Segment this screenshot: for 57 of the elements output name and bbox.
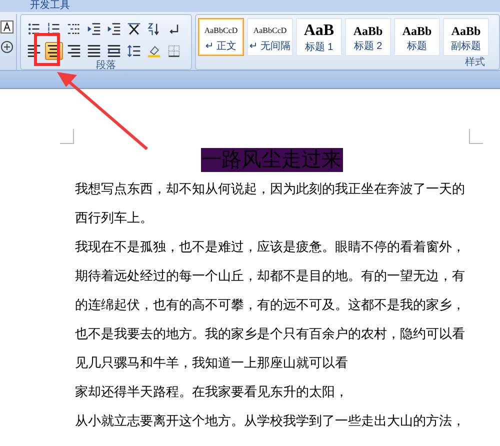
right-icon <box>67 44 81 58</box>
style-preview: AaBbCcD <box>253 26 287 35</box>
style-preview: AaBb <box>402 24 432 39</box>
margin-mark <box>469 129 483 144</box>
distributed-icon <box>107 44 121 58</box>
text-line: 的连绵起伏，也有的高不可攀，有的远不可及。这都不是我的家乡， <box>75 296 466 314</box>
text-line: 见几只骡马和牛羊，我知道一上那座山就可以看 <box>75 354 349 372</box>
text-line: 西行列车上。 <box>75 209 154 227</box>
style-name: ↵ 正文 <box>205 40 237 53</box>
borders-icon <box>167 44 181 58</box>
style-tile[interactable]: AaBbCcD ↵ 无间隔 <box>247 18 293 56</box>
margin-mark <box>60 129 74 144</box>
style-tile[interactable]: AaBb 副标题 <box>443 18 489 56</box>
line-spacing-icon <box>127 44 141 58</box>
style-preview: AaBb <box>451 24 481 39</box>
indent-button[interactable] <box>105 20 123 38</box>
style-tile[interactable]: AaBb 标题 2 <box>345 18 391 56</box>
document-title: 一路风尘走过来 <box>200 148 342 172</box>
style-name: 标题 1 <box>304 40 334 54</box>
text-line: 家却还得半天路程。在我家要看见东升的太阳， <box>75 383 349 401</box>
text-line: 从小就立志要离开这个地方。从学校我学到了一些走出大山的方法， <box>75 412 466 430</box>
left-button[interactable] <box>25 42 43 60</box>
style-tile[interactable]: AaBbCcD ↵ 正文 <box>198 18 244 56</box>
sort-icon <box>147 22 161 36</box>
outdent-button[interactable] <box>85 20 103 38</box>
text-line: 我想写点东西，却不知从何说起，因为此刻的我正坐在奔波了一天的 <box>75 180 466 198</box>
ribbon-tab[interactable]: 开发工具 <box>30 0 70 12</box>
justify-icon <box>87 44 101 58</box>
bullets-icon <box>27 22 41 36</box>
style-preview: AaBbCcD <box>204 26 238 35</box>
justify-button[interactable] <box>85 42 103 60</box>
group-label: 样式 <box>464 57 486 69</box>
style-preview: AaB <box>304 22 334 40</box>
shading-icon <box>147 44 161 58</box>
highlight-box <box>34 33 60 66</box>
style-name: 标题 <box>407 40 427 53</box>
text-line: 也不是我要去的地方。我的家乡是个只有百余户的农村，隐约可以看 <box>75 325 466 343</box>
style-name: ↵ 无间隔 <box>249 40 291 53</box>
circle-char-icon[interactable] <box>0 40 14 54</box>
style-name: 标题 2 <box>354 40 382 53</box>
numbering-icon <box>47 22 61 36</box>
group-label: 段落 <box>95 60 117 72</box>
outdent-icon <box>87 22 101 36</box>
multilevel-icon <box>67 22 81 36</box>
style-tile[interactable]: AaB 标题 1 <box>296 18 342 56</box>
line-spacing-button[interactable] <box>125 42 143 60</box>
asian-layout-icon <box>127 22 141 36</box>
text-line: 期待着远处经过的每一个山丘，却都不是目的地。有的一望无边，有 <box>75 267 466 285</box>
style-name: 副标题 <box>451 40 481 53</box>
style-preview: AaBb <box>353 24 383 39</box>
distributed-button[interactable] <box>105 42 123 60</box>
text-line: 我现在不是孤独，也不是难过，应该是疲惫。眼睛不停的看着窗外， <box>75 238 466 256</box>
left-icon <box>27 44 41 58</box>
style-tile[interactable]: AaBb 标题 <box>394 18 440 56</box>
letter-icon[interactable] <box>0 20 14 34</box>
right-button[interactable] <box>65 42 83 60</box>
indent-icon <box>107 22 121 36</box>
